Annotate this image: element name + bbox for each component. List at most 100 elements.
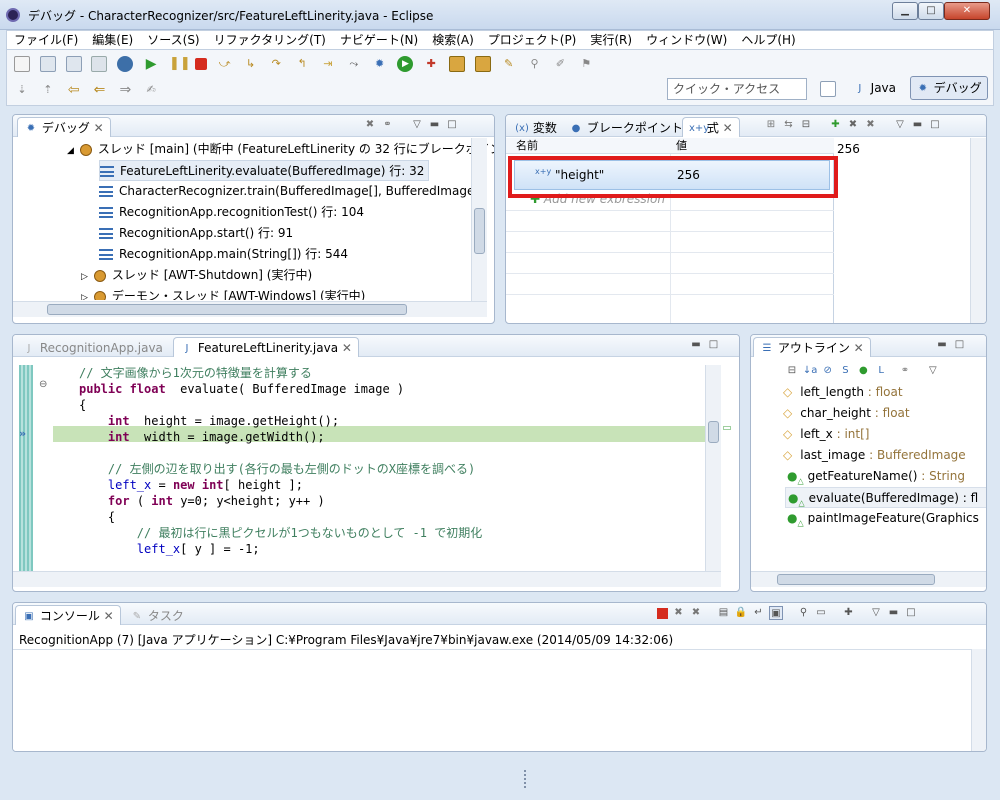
stack-frame[interactable]: RecognitionApp.main(String[]) 行: 544 <box>99 244 348 265</box>
vertical-scrollbar[interactable] <box>471 138 487 301</box>
run-icon[interactable]: ▶ <box>397 56 414 72</box>
menu-search[interactable]: 検索(A) <box>425 31 481 49</box>
display-console-icon[interactable]: ▭ <box>814 606 828 620</box>
menu-window[interactable]: ウィンドウ(W) <box>639 31 734 49</box>
maximize-icon[interactable]: □ <box>707 338 721 352</box>
tree-item-thread-main[interactable]: ◢ スレッド [main] (中断中 (FeatureLeftLinerity の… <box>67 139 494 160</box>
debug-run-icon[interactable]: ✹ <box>372 56 388 72</box>
annotation-icon[interactable]: ✐ <box>552 56 568 72</box>
collapsed-arrow-icon[interactable]: ▷ <box>81 272 88 282</box>
settings-gear-icon[interactable] <box>117 56 134 72</box>
remove-all-terminated-icon[interactable]: ✖ <box>689 606 703 620</box>
open-folder-icon[interactable] <box>449 56 466 72</box>
menu-project[interactable]: プロジェクト(P) <box>481 31 584 49</box>
view-menu-icon[interactable]: ▽ <box>410 118 424 132</box>
link-icon[interactable]: ⚭ <box>381 118 395 132</box>
scrollbar-thumb[interactable] <box>474 208 485 254</box>
collapse-all-icon[interactable]: ⊟ <box>799 118 813 132</box>
filter-icon[interactable]: ⚑ <box>578 56 594 72</box>
word-wrap-icon[interactable]: ↵ <box>752 606 766 620</box>
outline-item-field[interactable]: ◇ char_height : float <box>783 403 910 424</box>
column-value-header[interactable]: 値 <box>676 138 687 154</box>
remove-expression-icon[interactable]: ✖ <box>846 118 860 132</box>
vertical-scrollbar[interactable] <box>970 138 986 323</box>
close-icon[interactable]: ✕ <box>723 121 733 135</box>
menu-source[interactable]: ソース(S) <box>140 31 206 49</box>
step-over-icon[interactable]: ↷ <box>268 56 284 72</box>
pin-icon[interactable]: ⚲ <box>527 56 543 72</box>
suspend-icon[interactable]: ❚❚ <box>169 56 191 72</box>
outline-item-method[interactable]: ●△ paintImageFeature(Graphics <box>787 508 979 529</box>
save-all-icon[interactable] <box>65 56 82 72</box>
open-console-icon[interactable]: ✚ <box>842 606 856 620</box>
collapsed-arrow-icon[interactable]: ▷ <box>81 293 88 300</box>
open-type-icon[interactable] <box>474 56 491 72</box>
tab-outline[interactable]: ☰ アウトライン ✕ <box>753 337 871 357</box>
expand-arrow-icon[interactable]: ◢ <box>67 146 74 156</box>
stack-frame-selected[interactable]: FeatureLeftLinerity.evaluate(BufferedIma… <box>99 160 430 181</box>
tab-breakpoints[interactable]: ● ブレークポイント <box>562 117 690 137</box>
menu-navigate[interactable]: ナビゲート(N) <box>333 31 425 49</box>
step-return-icon[interactable]: ↰ <box>294 56 310 72</box>
close-icon[interactable]: ✕ <box>94 121 104 135</box>
outline-item-field[interactable]: ◇ left_x : int[] <box>783 424 869 445</box>
forward-icon[interactable]: ⇒ <box>117 82 133 98</box>
terminate-icon[interactable] <box>657 607 668 619</box>
hide-local-types-icon[interactable]: L <box>874 364 888 378</box>
back-icon[interactable]: ⇦ <box>66 82 82 98</box>
fold-toggle-icon[interactable]: ⊖ <box>39 379 47 390</box>
maximize-icon[interactable]: □ <box>953 338 967 352</box>
minimize-icon[interactable]: ▬ <box>887 606 901 620</box>
outline-item-field[interactable]: ◇ left_length : float <box>783 382 903 403</box>
tab-featureleftlinerity-java[interactable]: J FeatureLeftLinerity.java ✕ <box>173 337 359 357</box>
disconnect-icon[interactable]: ⤻ <box>217 56 233 72</box>
menu-refactor[interactable]: リファクタリング(T) <box>207 31 333 49</box>
maximize-icon[interactable]: □ <box>904 606 918 620</box>
perspective-debug[interactable]: ✹ デバッグ <box>909 76 988 100</box>
step-into-icon[interactable]: ↳ <box>242 56 258 72</box>
save-icon[interactable] <box>39 56 56 72</box>
perspective-java[interactable]: J Java <box>847 76 902 100</box>
menu-run[interactable]: 実行(R) <box>583 31 639 49</box>
last-edit-icon[interactable]: ✍ <box>143 82 159 98</box>
new-icon[interactable] <box>14 56 30 72</box>
tab-variables[interactable]: (x) 変数 <box>508 117 564 137</box>
console-output[interactable] <box>13 649 971 751</box>
hide-fields-icon[interactable]: ⊘ <box>821 364 835 378</box>
horizontal-scrollbar[interactable] <box>13 571 721 587</box>
tab-console[interactable]: ▣ コンソール ✕ <box>15 605 121 625</box>
source-code[interactable]: // 文字画像から1次元の特徴量を計算する public float evalua… <box>79 365 482 557</box>
menu-edit[interactable]: 編集(E) <box>85 31 140 49</box>
minimize-icon[interactable]: ▬ <box>911 118 925 132</box>
next-annotation-icon[interactable]: ⇣ <box>14 82 30 98</box>
scroll-lock-icon[interactable]: 🔒 <box>734 606 748 620</box>
column-name-header[interactable]: 名前 <box>516 138 538 154</box>
link-icon[interactable]: ⚭ <box>898 364 912 378</box>
quick-access-input[interactable]: クイック・アクセス <box>667 78 807 100</box>
view-menu-icon[interactable]: ▽ <box>926 364 940 378</box>
maximize-icon[interactable]: □ <box>928 118 942 132</box>
remove-all-icon[interactable]: ✖ <box>864 118 878 132</box>
menu-help[interactable]: ヘルプ(H) <box>734 31 802 49</box>
minimize-button[interactable]: ▁ <box>892 2 918 20</box>
horizontal-scrollbar[interactable] <box>13 301 487 317</box>
menu-file[interactable]: ファイル(F) <box>7 31 85 49</box>
horizontal-scrollbar[interactable] <box>751 571 986 587</box>
maximize-icon[interactable]: □ <box>445 118 459 132</box>
status-bar-grip[interactable] <box>524 770 528 788</box>
scrollbar-thumb[interactable] <box>777 574 935 585</box>
stack-frame[interactable]: CharacterRecognizer.train(BufferedImage[… <box>99 181 484 202</box>
back-history-icon[interactable]: ⇐ <box>91 82 107 98</box>
vertical-scrollbar[interactable] <box>705 365 721 571</box>
tab-recognitionapp-java[interactable]: J RecognitionApp.java <box>15 337 170 357</box>
vertical-scrollbar[interactable] <box>971 649 986 751</box>
scrollbar-thumb[interactable] <box>708 421 719 443</box>
clear-console-icon[interactable]: ▤ <box>717 606 731 620</box>
close-icon[interactable]: ✕ <box>104 609 114 623</box>
drop-frame-icon[interactable]: ⇥ <box>320 56 336 72</box>
outline-item-method-selected[interactable]: ●△ evaluate(BufferedImage) : fl <box>785 487 986 508</box>
hide-nonpublic-icon[interactable]: ● <box>856 364 870 378</box>
use-step-filters-icon[interactable]: ⤳ <box>346 56 362 72</box>
outline-item-field[interactable]: ◇ last_image : BufferedImage <box>783 445 966 466</box>
resume-icon[interactable]: ▶ <box>143 56 159 72</box>
